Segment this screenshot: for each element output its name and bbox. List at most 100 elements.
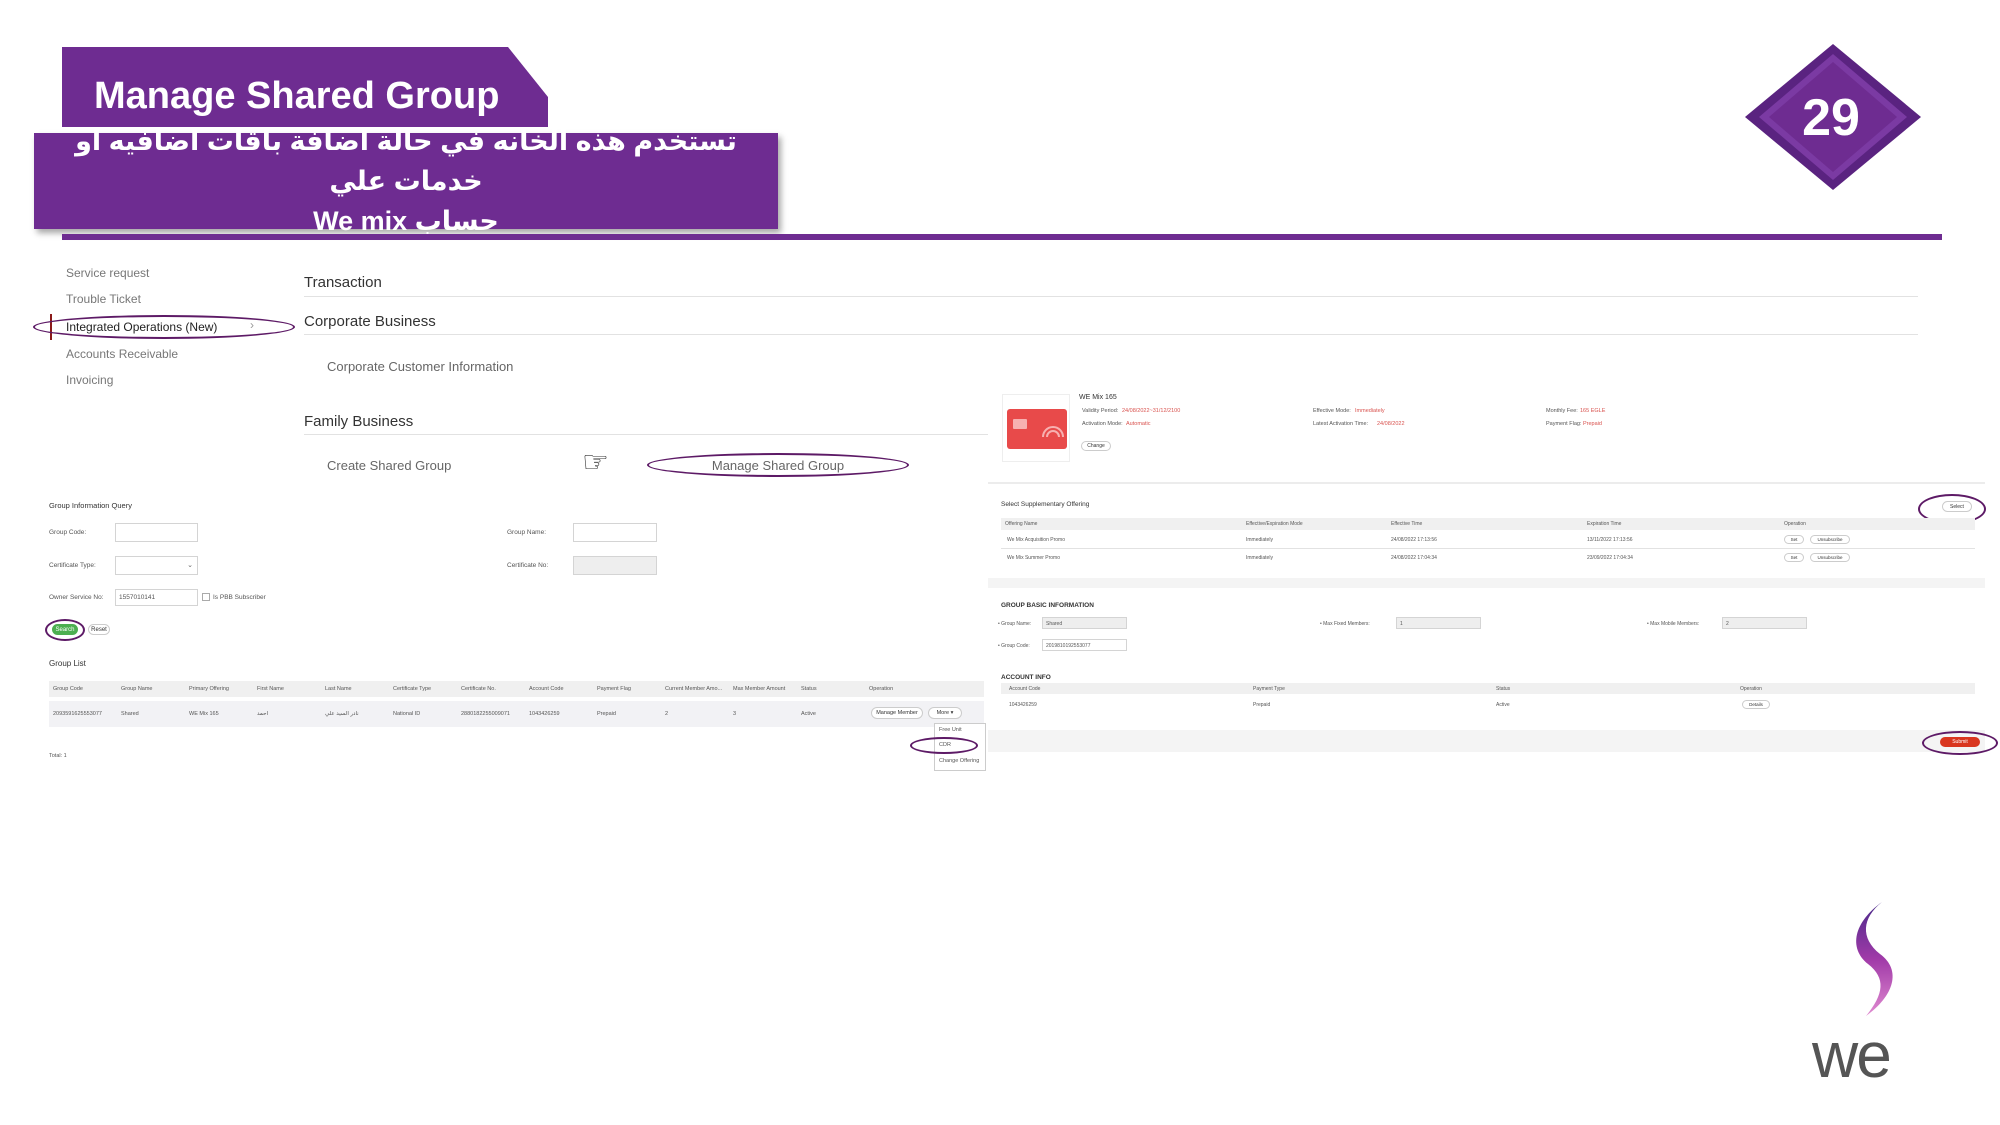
certificate-no-input[interactable] — [573, 556, 657, 575]
row-divider — [1001, 548, 1975, 549]
offering-name: WE Mix 165 — [1079, 394, 1117, 401]
cell-certificate-no: 2880182255009071 — [461, 711, 510, 717]
supp-row1-mode: Immediately — [1246, 537, 1273, 543]
account-code-cell: 1043426259 — [1009, 702, 1037, 708]
owner-service-label: Owner Service No: — [49, 594, 104, 601]
section-corporate-business: Corporate Business — [304, 313, 436, 330]
cell-last-name: نادر السيد علي — [325, 711, 359, 717]
basic-group-code-input[interactable]: 2019810192553077 — [1042, 639, 1127, 651]
section-divider — [304, 434, 988, 435]
reset-button[interactable]: Reset — [88, 624, 110, 635]
activation-value: Automatic — [1126, 421, 1151, 427]
section-transaction: Transaction — [304, 274, 382, 291]
dropdown-free-unit[interactable]: Free Unit — [939, 727, 962, 733]
col-account-code: Account Code — [529, 686, 564, 692]
col-status: Status — [801, 686, 817, 692]
unsubscribe-button[interactable]: Unsubscribe — [1810, 535, 1850, 544]
supp-row2-mode: Immediately — [1246, 555, 1273, 561]
col-eff-exp-mode: Effective/Expiration Mode — [1246, 521, 1303, 527]
group-name-input[interactable] — [573, 523, 657, 542]
validity-value: 24/08/2022~31/12/2100 — [1122, 408, 1181, 414]
nav-item-invoicing[interactable]: Invoicing — [66, 373, 113, 387]
group-code-label: Group Code: — [49, 529, 87, 536]
total-count: Total: 1 — [49, 753, 67, 759]
header-divider — [62, 234, 1942, 240]
supplementary-header — [1001, 518, 1975, 530]
account-header — [1001, 683, 1975, 694]
col-payment-flag: Payment Flag — [597, 686, 631, 692]
highlight-oval-integrated — [33, 315, 295, 339]
effective-mode-label: Effective Mode: — [1313, 408, 1351, 414]
pbb-label: Is PBB Subscriber — [213, 594, 266, 601]
slide-title: Manage Shared Group — [94, 75, 500, 117]
col-group-name: Group Name — [121, 686, 153, 692]
group-code-input[interactable] — [115, 523, 198, 542]
col-certificate-no: Certificate No. — [461, 686, 496, 692]
nav-item-trouble-ticket[interactable]: Trouble Ticket — [66, 292, 141, 306]
cell-payment-flag: Prepaid — [597, 711, 616, 717]
col-account-code: Account Code — [1009, 686, 1041, 692]
monthly-fee-label: Monthly Fee: — [1546, 408, 1578, 414]
change-offering-button[interactable]: Change — [1081, 441, 1111, 451]
group-basic-title: GROUP BASIC INFORMATION — [1001, 602, 1094, 609]
panel-separator — [988, 578, 1985, 588]
cell-status: Active — [801, 711, 816, 717]
nav-item-service-request[interactable]: Service request — [66, 266, 149, 280]
menu-create-shared-group[interactable]: Create Shared Group — [327, 458, 451, 473]
set-button[interactable]: Set — [1784, 553, 1804, 562]
basic-group-name-label: • Group Name: — [998, 621, 1032, 627]
cell-max-member: 3 — [733, 711, 737, 717]
section-divider — [304, 296, 1918, 297]
cell-first-name: احمد — [257, 711, 268, 717]
nav-item-accounts-receivable[interactable]: Accounts Receivable — [66, 347, 178, 361]
supp-row1-eff: 24/08/2022 17:13:56 — [1391, 537, 1437, 543]
payment-flag-value: Prepaid — [1583, 421, 1602, 427]
effective-mode-value: Immediately — [1355, 408, 1385, 414]
manage-member-button[interactable]: Manage Member — [871, 707, 923, 719]
owner-service-input[interactable]: 1557010141 — [115, 589, 198, 606]
max-fixed-input[interactable]: 1 — [1396, 617, 1481, 629]
details-button[interactable]: Details — [1742, 700, 1770, 709]
menu-manage-shared-group[interactable]: Manage Shared Group — [647, 458, 909, 473]
monthly-fee-value: 165 EGLE — [1580, 408, 1606, 414]
max-mobile-label: • Max Mobile Members: — [1647, 621, 1700, 627]
group-list-title: Group List — [49, 659, 86, 668]
menu-corporate-customer-info[interactable]: Corporate Customer Information — [327, 359, 513, 374]
we-logo-text: we — [1812, 1019, 1892, 1091]
supp-row2-name: We Mix Summer Promo — [1007, 555, 1060, 561]
account-info-title: ACCOUNT INFO — [1001, 674, 1051, 681]
unsubscribe-button[interactable]: Unsubscribe — [1810, 553, 1850, 562]
basic-group-name-input[interactable]: Shared — [1042, 617, 1127, 629]
latest-activation-label: Latest Activation Time: — [1313, 421, 1369, 427]
col-operation: Operation — [869, 686, 894, 692]
col-current-member: Current Member Amo... — [665, 686, 723, 692]
sim-card-icon — [1007, 409, 1067, 449]
col-payment-type: Payment Type — [1253, 686, 1285, 692]
set-button[interactable]: Set — [1784, 535, 1804, 544]
cell-current-member: 2 — [665, 711, 669, 717]
certificate-type-select[interactable]: ⌄ — [115, 556, 198, 575]
cell-group-code: 2093591625553077 — [53, 711, 102, 717]
certificate-no-label: Certificate No: — [507, 562, 549, 569]
search-button[interactable]: Search — [52, 624, 78, 635]
more-button[interactable]: More ▾ — [928, 707, 962, 719]
activation-label: Activation Mode: — [1082, 421, 1123, 427]
offering-card-image — [1002, 394, 1070, 462]
col-account-operation: Operation — [1740, 686, 1762, 692]
cell-account-code: 1043426259 — [529, 711, 560, 717]
col-last-name: Last Name — [325, 686, 352, 692]
pbb-checkbox[interactable] — [202, 593, 210, 601]
hand-pointer-icon: ☞ — [582, 446, 609, 479]
arabic-note-box: تستخدم هذه الخانه في حالة اضافة باقات اض… — [34, 126, 778, 236]
col-supp-operation: Operation — [1784, 521, 1806, 527]
dropdown-change-offering[interactable]: Change Offering — [939, 758, 979, 764]
col-account-status: Status — [1496, 686, 1511, 692]
max-mobile-input[interactable]: 2 — [1722, 617, 1807, 629]
col-group-code: Group Code — [53, 686, 83, 692]
col-primary-offering: Primary Offering — [189, 686, 229, 692]
max-fixed-label: • Max Fixed Members: — [1320, 621, 1370, 627]
col-certificate-type: Certificate Type — [393, 686, 432, 692]
we-logo-mark — [1856, 902, 1893, 1016]
query-title: Group Information Query — [49, 501, 132, 510]
col-offering-name: Offering Name — [1005, 521, 1038, 527]
